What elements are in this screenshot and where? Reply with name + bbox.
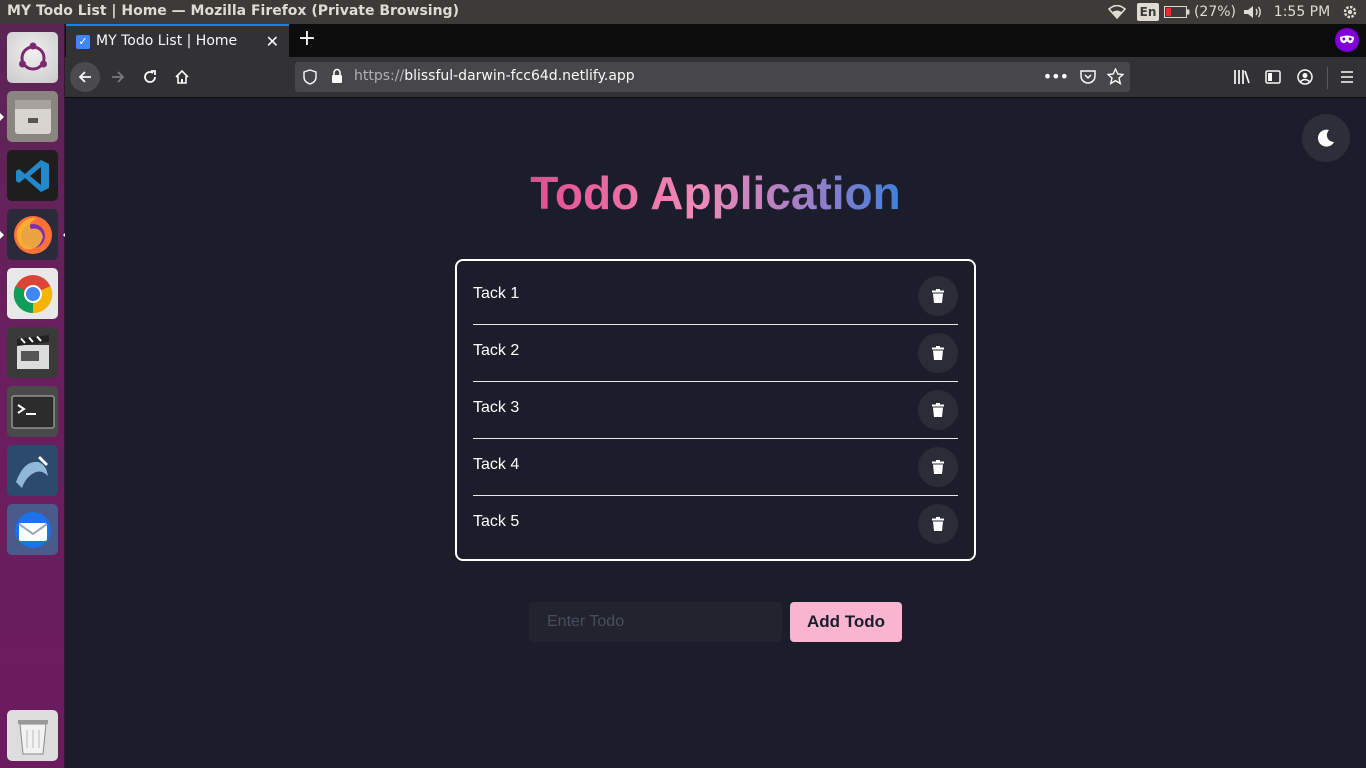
browser-nav-bar: https://blissful-darwin-fcc64d.netlify.a… [65,57,1366,98]
delete-todo-button[interactable] [918,504,958,544]
window-title: MY Todo List | Home — Mozilla Firefox (P… [7,3,459,19]
forward-button[interactable] [103,62,133,92]
todo-item: Tack 5 [473,496,958,553]
browser-tab-strip: ✓ MY Todo List | Home ✕ + [65,24,1366,57]
trash-icon [932,517,944,531]
reload-icon [144,70,156,83]
todo-item: Tack 1 [473,268,958,325]
todo-text: Tack 2 [473,342,520,359]
url-text: https://blissful-darwin-fcc64d.netlify.a… [354,68,635,84]
url-host: blissful-darwin-fcc64d.netlify.app [404,68,635,84]
trash-icon[interactable] [7,710,58,761]
keyboard-layout-label: En [1136,3,1160,21]
video-editor-icon[interactable] [7,327,58,378]
home-icon [175,69,189,84]
todo-text: Tack 3 [473,399,520,416]
terminal-icon[interactable] [7,386,58,437]
trash-icon [932,460,944,474]
page-title-text: Todo Application [530,167,901,219]
theme-toggle-button[interactable] [1302,114,1350,162]
url-scheme: https:// [354,68,405,84]
library-icon[interactable] [1233,69,1251,89]
toolbar-divider [1327,67,1328,89]
delete-todo-button[interactable] [918,333,958,373]
pocket-icon[interactable] [1080,69,1096,88]
page-title: Todo Application [65,166,1366,220]
wifi-icon[interactable] [1102,0,1132,24]
web-page: Todo Application Tack 1 Tack 2 Tack 3 Ta… [65,98,1366,768]
checkbox-favicon-icon: ✓ [76,35,90,49]
home-button[interactable] [167,62,197,92]
todo-text: Tack 5 [473,513,520,530]
sidebar-toggle-icon[interactable] [1265,69,1281,89]
chrome-icon[interactable] [7,268,58,319]
thunderbird-icon[interactable] [7,504,58,555]
close-tab-icon[interactable]: ✕ [266,32,279,51]
add-todo-button[interactable]: Add Todo [790,602,902,642]
todo-item: Tack 3 [473,382,958,439]
back-button[interactable] [70,62,100,92]
vscode-icon[interactable] [7,150,58,201]
trash-icon [932,346,944,360]
url-bar[interactable]: https://blissful-darwin-fcc64d.netlify.a… [295,62,1130,92]
files-icon[interactable] [0,91,58,142]
lock-icon[interactable] [331,68,343,88]
volume-icon[interactable] [1236,0,1270,24]
delete-todo-button[interactable] [918,390,958,430]
system-top-bar: MY Todo List | Home — Mozilla Firefox (P… [0,0,1366,24]
new-tab-button[interactable]: + [295,28,319,52]
browser-tab[interactable]: ✓ MY Todo List | Home ✕ [66,24,289,57]
forward-arrow-icon [112,71,125,83]
todo-text: Tack 1 [473,285,520,302]
account-icon[interactable] [1297,69,1313,89]
trash-icon [932,403,944,417]
todo-input[interactable] [529,602,782,642]
reload-button[interactable] [135,62,165,92]
hamburger-menu-icon[interactable] [1339,69,1355,89]
todo-item: Tack 2 [473,325,958,382]
todo-list: Tack 1 Tack 2 Tack 3 Tack 4 Tack 5 [455,259,976,561]
tracking-shield-icon[interactable] [303,69,317,89]
private-browsing-icon [1335,28,1359,52]
ubuntu-dash-icon[interactable] [7,32,58,83]
battery-percent: (27%) [1193,4,1236,20]
page-actions-menu-icon[interactable]: ••• [1043,67,1069,86]
app-launcher [0,24,67,768]
system-tray: En (27%) 1:55 PM [1102,0,1366,24]
delete-todo-button[interactable] [918,276,958,316]
tab-title: MY Todo List | Home [96,33,238,49]
firefox-icon[interactable] [0,209,67,260]
keyboard-layout-indicator[interactable]: En [1132,0,1164,24]
todo-item: Tack 4 [473,439,958,496]
settings-gear-icon[interactable] [1334,0,1366,24]
moon-icon [1317,129,1334,147]
back-arrow-icon [78,71,91,83]
battery-indicator[interactable]: (27%) [1164,0,1236,24]
bookmark-star-icon[interactable] [1106,67,1125,89]
trash-icon [932,289,944,303]
battery-icon [1164,6,1190,18]
mysql-workbench-icon[interactable] [7,445,58,496]
todo-text: Tack 4 [473,456,520,473]
clock[interactable]: 1:55 PM [1270,0,1334,24]
delete-todo-button[interactable] [918,447,958,487]
